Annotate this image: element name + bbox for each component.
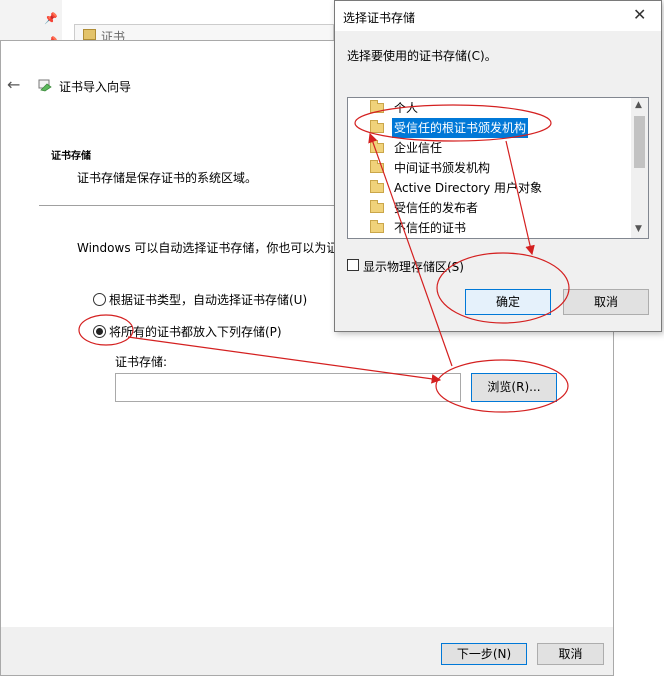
dialog-titlebar: 选择证书存储 ✕: [335, 1, 661, 31]
intro-text: Windows 可以自动选择证书存储，你也可以为证: [77, 241, 339, 255]
folder-icon: [370, 120, 384, 133]
ok-button[interactable]: 确定: [465, 289, 551, 315]
tree-item-label: 受信任的发布者: [394, 201, 479, 215]
folder-icon: [370, 180, 384, 193]
show-physical-stores-checkbox[interactable]: [347, 259, 359, 271]
dialog-cancel-button[interactable]: 取消: [563, 289, 649, 315]
radio-manual-store[interactable]: [93, 325, 106, 338]
tree-item-label: 受信任的根证书颁发机构: [392, 118, 529, 138]
certificate-store-field[interactable]: [115, 373, 461, 402]
browse-button[interactable]: 浏览(R)...: [471, 373, 557, 402]
pin-icon[interactable]: 📌: [44, 12, 58, 25]
dialog-title: 选择证书存储: [343, 11, 416, 25]
show-physical-stores-label[interactable]: 显示物理存储区(S): [363, 258, 464, 275]
tree-item-label: Active Directory 用户对象: [394, 181, 543, 195]
tree-item-label: 不信任的证书: [394, 221, 467, 235]
tree-item-label: 企业信任: [394, 141, 443, 155]
tree-scrollbar[interactable]: ▲ ▼: [631, 98, 648, 238]
section-description: 证书存储是保存证书的系统区域。: [77, 171, 258, 185]
radio-auto-select[interactable]: [93, 293, 106, 306]
dialog-prompt: 选择要使用的证书存储(C)。: [347, 49, 497, 63]
radio-auto-select-label[interactable]: 根据证书类型，自动选择证书存储(U): [109, 291, 307, 308]
certificate-wizard-icon: [38, 79, 52, 92]
certificate-icon: [83, 29, 96, 40]
radio-manual-store-label[interactable]: 将所有的证书都放入下列存储(P): [109, 323, 282, 340]
chevron-down-icon[interactable]: ▼: [635, 224, 642, 234]
folder-icon: [370, 160, 384, 173]
folder-icon: [370, 100, 384, 113]
close-icon[interactable]: ✕: [633, 5, 646, 24]
next-button[interactable]: 下一步(N): [441, 643, 527, 665]
section-heading: 证书存储: [51, 151, 91, 162]
certificate-store-tree[interactable]: 个人 受信任的根证书颁发机构 企业信任 中间证书颁发机构 Active Dire…: [347, 97, 649, 239]
scrollbar-thumb[interactable]: [634, 116, 645, 168]
wizard-title: 证书导入向导: [59, 80, 132, 94]
folder-icon: [370, 220, 384, 233]
certificate-store-label: 证书存储:: [115, 355, 168, 369]
tree-item-label: 中间证书颁发机构: [394, 161, 491, 175]
tree-item-label: 个人: [394, 101, 419, 115]
back-arrow-icon[interactable]: ←: [7, 75, 20, 94]
cancel-button[interactable]: 取消: [537, 643, 604, 665]
folder-icon: [370, 140, 384, 153]
chevron-up-icon[interactable]: ▲: [635, 100, 642, 110]
radio-selected-dot: [96, 328, 103, 335]
folder-icon: [370, 200, 384, 213]
select-certificate-store-dialog: 选择证书存储 ✕ 选择要使用的证书存储(C)。 个人 受信任的根证书颁发机构 企…: [334, 0, 662, 332]
